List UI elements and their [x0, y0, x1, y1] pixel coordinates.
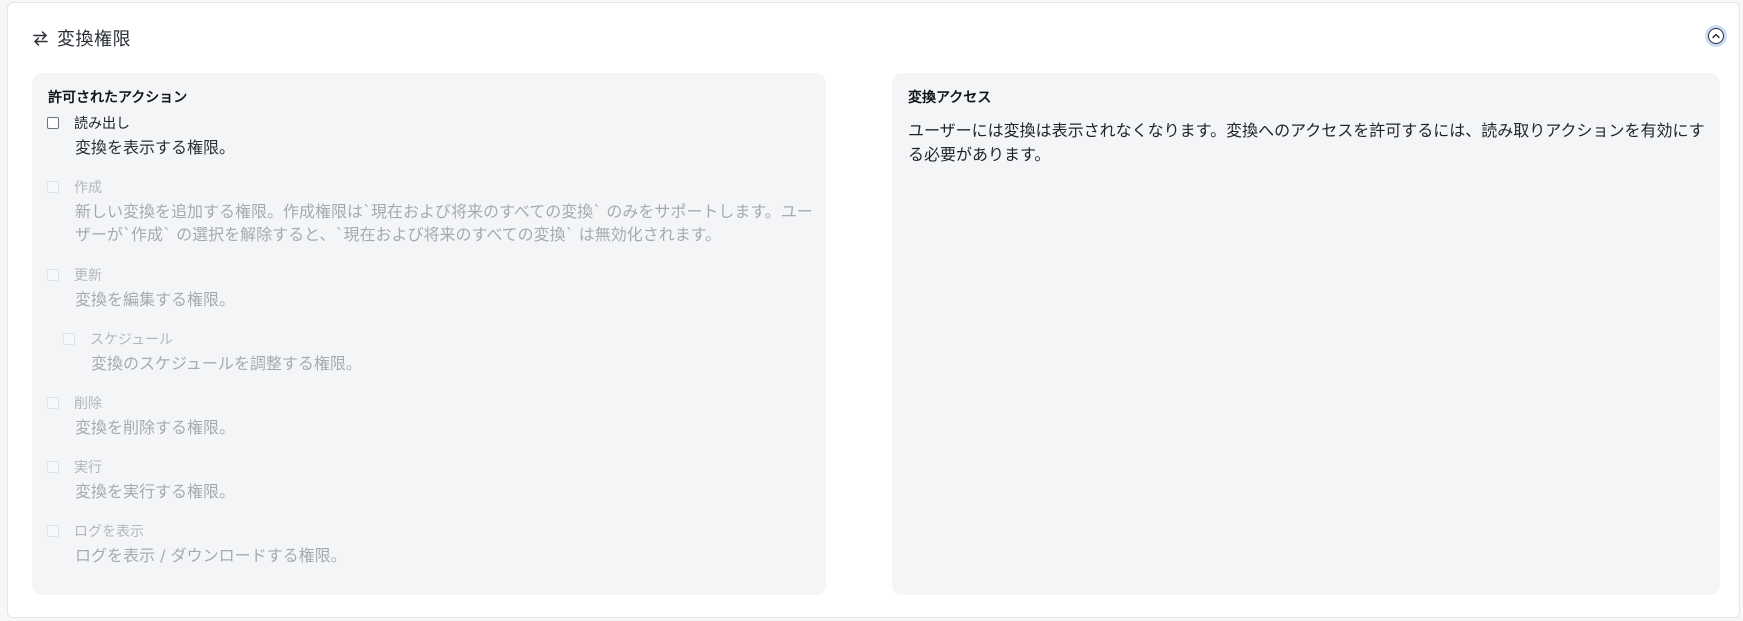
execute-checkbox[interactable]: [47, 461, 59, 473]
transform-access-panel: 変換アクセス ユーザーには変換は表示されなくなります。変換へのアクセスを許可する…: [892, 73, 1720, 595]
transform-access-message: ユーザーには変換は表示されなくなります。変換へのアクセスを許可するには、読み取り…: [908, 121, 1705, 164]
option-label: 実行: [74, 460, 102, 476]
update-checkbox[interactable]: [47, 269, 59, 281]
read-checkbox[interactable]: [47, 117, 59, 129]
allowed-actions-panel: 許可されたアクション 読み出し 変換を表示する権限。 作成 新しい変換を追加する…: [32, 73, 826, 595]
option-label: 読み出し: [74, 116, 130, 132]
collapse-button[interactable]: [1705, 25, 1727, 47]
option-label: 作成: [74, 180, 102, 196]
option-create: 作成 新しい変換を追加する権限。作成権限は`現在および将来のすべての変換` のみ…: [47, 177, 825, 246]
option-description: 新しい変換を追加する権限。作成権限は`現在および将来のすべての変換` のみをサポ…: [75, 202, 813, 244]
option-description: 変換を表示する権限。: [75, 138, 236, 157]
section-title: 変換権限: [57, 29, 131, 50]
option-execute: 実行 変換を実行する権限。: [47, 457, 825, 503]
option-description: 変換を編集する権限。: [75, 290, 236, 309]
option-label: スケジュール: [90, 332, 174, 348]
option-description: ログを表示 / ダウンロードする権限。: [75, 546, 347, 565]
arrows-left-right-icon: [32, 30, 49, 47]
option-schedule: スケジュール 変換のスケジュールを調整する権限。: [63, 329, 841, 375]
delete-checkbox[interactable]: [47, 397, 59, 409]
chevron-up-circle-icon: [1708, 28, 1724, 44]
option-description: 変換を実行する権限。: [75, 482, 236, 501]
option-description: 変換のスケジュールを調整する権限。: [91, 354, 362, 373]
option-read: 読み出し 変換を表示する権限。: [47, 113, 825, 159]
allowed-actions-title: 許可されたアクション: [48, 90, 188, 106]
view-logs-checkbox[interactable]: [47, 525, 59, 537]
transform-permissions-card: 変換権限 許可されたアクション 読み出し 変換を表示する権限。 作成 新しい変換…: [7, 2, 1740, 618]
option-label: 削除: [74, 396, 102, 412]
option-update: 更新 変換を編集する権限。: [47, 265, 825, 311]
option-label: ログを表示: [74, 524, 144, 540]
schedule-checkbox[interactable]: [63, 333, 75, 345]
option-label: 更新: [74, 268, 102, 284]
option-view-logs: ログを表示 ログを表示 / ダウンロードする権限。: [47, 521, 825, 567]
create-checkbox[interactable]: [47, 181, 59, 193]
option-description: 変換を削除する権限。: [75, 418, 236, 437]
section-header: 変換権限: [32, 23, 131, 53]
option-delete: 削除 変換を削除する権限。: [47, 393, 825, 439]
transform-access-title: 変換アクセス: [908, 90, 992, 106]
